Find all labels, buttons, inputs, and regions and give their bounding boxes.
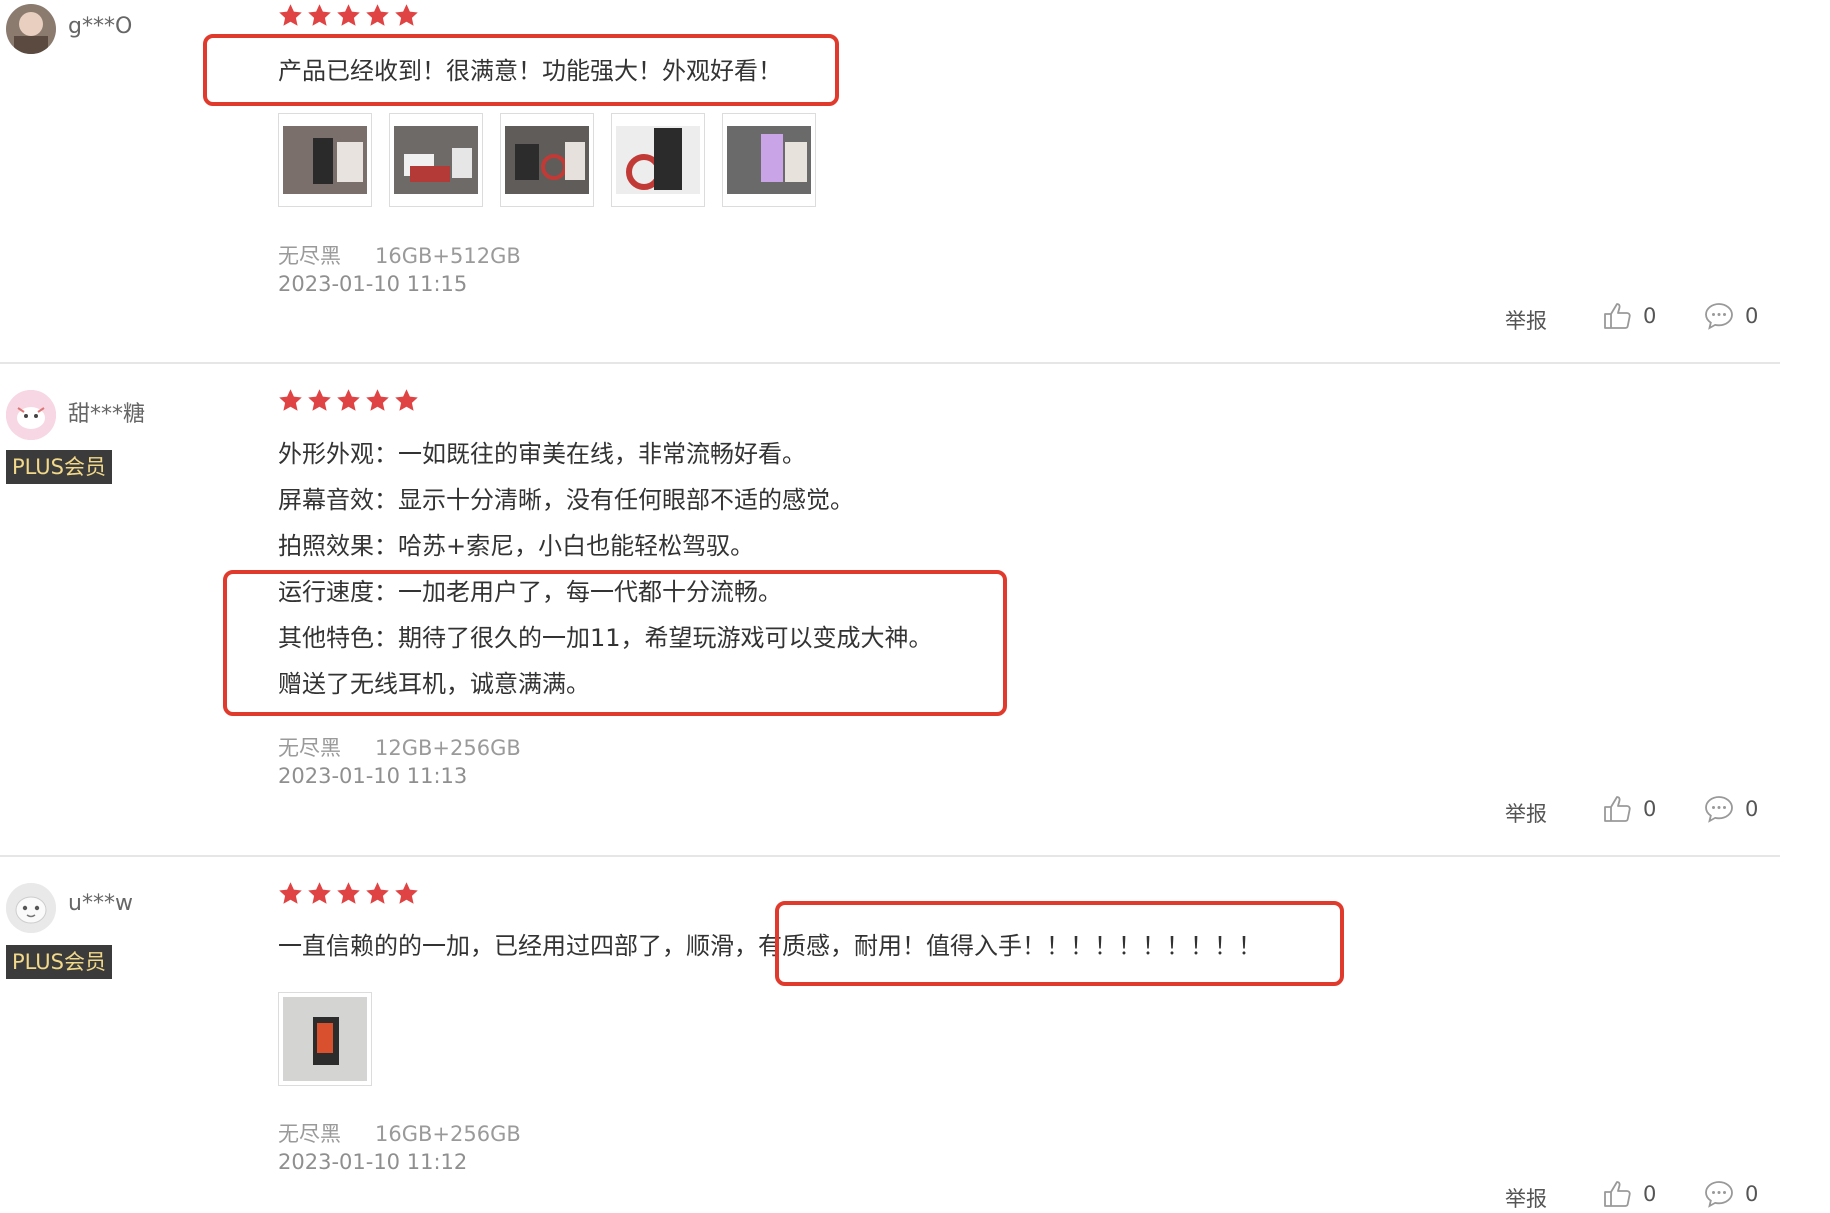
review-images [278,113,816,207]
review-image-thumbnail[interactable] [722,113,816,207]
star-icon [306,2,333,30]
comment-icon [1703,300,1735,332]
highlight-box [223,570,1007,716]
star-icon [306,880,333,908]
report-link[interactable]: 举报 [1505,305,1547,335]
product-variant: 无尽黑 16GB+512GB [278,240,521,270]
comment-count: 0 [1745,304,1759,328]
username[interactable]: g***O [68,14,132,39]
star-icon [393,880,420,908]
star-icon [277,880,304,908]
variant-spec: 12GB+256GB [375,736,521,760]
comment-button[interactable]: 0 [1703,793,1758,825]
variant-color: 无尽黑 [278,244,341,268]
star-icon [335,880,362,908]
comment-button[interactable]: 0 [1703,300,1758,332]
star-icon [364,387,391,415]
comment-button[interactable]: 0 [1703,1178,1758,1210]
review-divider [0,855,1780,857]
product-variant: 无尽黑 16GB+256GB [278,1118,521,1148]
star-icon [364,2,391,30]
rating-stars [277,387,420,415]
like-count: 0 [1643,1182,1657,1206]
plus-member-badge: PLUS会员 [6,450,112,484]
review-image-thumbnail[interactable] [278,992,372,1086]
avatar[interactable] [6,883,56,933]
comment-count: 0 [1745,797,1759,821]
like-count: 0 [1643,304,1657,328]
rating-stars [277,2,420,30]
star-icon [364,880,391,908]
like-button[interactable]: 0 [1601,1178,1656,1210]
thumbs-up-icon [1601,300,1633,332]
highlight-box [203,34,839,106]
star-icon [335,2,362,30]
review-images [278,992,372,1086]
review-image-thumbnail[interactable] [500,113,594,207]
review-date: 2023-01-10 11:15 [278,272,468,296]
avatar[interactable] [6,4,56,54]
username[interactable]: 甜***糖 [68,396,145,428]
thumbs-up-icon [1601,793,1633,825]
like-button[interactable]: 0 [1601,793,1656,825]
star-icon [335,387,362,415]
variant-color: 无尽黑 [278,736,341,760]
highlight-box [775,901,1344,986]
thumbs-up-icon [1601,1178,1633,1210]
product-variant: 无尽黑 12GB+256GB [278,732,521,762]
review-text-line: 外形外观：一如既往的审美在线，非常流畅好看。 [278,440,806,468]
username[interactable]: u***w [68,891,133,916]
review-text-line: 拍照效果：哈苏+索尼，小白也能轻松驾驭。 [278,532,755,560]
star-icon [277,387,304,415]
review-date: 2023-01-10 11:13 [278,764,468,788]
report-link[interactable]: 举报 [1505,1183,1547,1213]
star-icon [393,2,420,30]
avatar[interactable] [6,390,56,440]
review-date: 2023-01-10 11:12 [278,1150,468,1174]
review-text-line: 屏幕音效：显示十分清晰，没有任何眼部不适的感觉。 [278,486,854,514]
comment-icon [1703,1178,1735,1210]
review-image-thumbnail[interactable] [278,113,372,207]
like-button[interactable]: 0 [1601,300,1656,332]
like-count: 0 [1643,797,1657,821]
comment-icon [1703,793,1735,825]
review-image-thumbnail[interactable] [389,113,483,207]
review-divider [0,362,1780,364]
rating-stars [277,880,420,908]
star-icon [393,387,420,415]
plus-member-badge: PLUS会员 [6,945,112,979]
variant-spec: 16GB+512GB [375,244,521,268]
star-icon [306,387,333,415]
star-icon [277,2,304,30]
review-image-thumbnail[interactable] [611,113,705,207]
report-link[interactable]: 举报 [1505,798,1547,828]
variant-color: 无尽黑 [278,1122,341,1146]
comment-count: 0 [1745,1182,1759,1206]
variant-spec: 16GB+256GB [375,1122,521,1146]
